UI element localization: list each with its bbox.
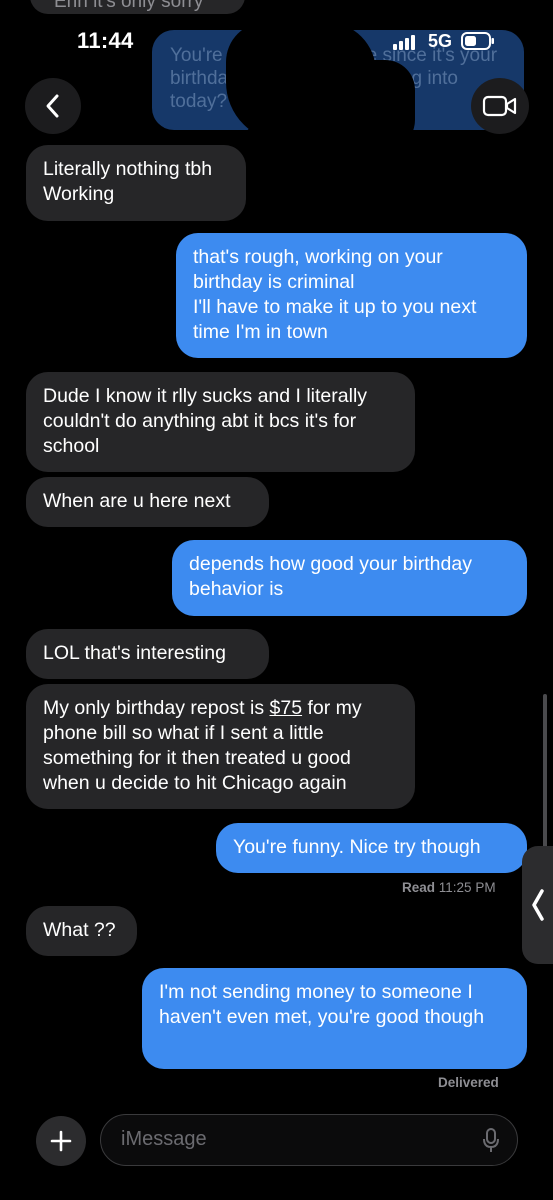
status-bar: 11:44 5G (0, 0, 553, 70)
back-button[interactable] (25, 78, 81, 134)
video-call-button[interactable] (471, 78, 529, 134)
message-bubble-received[interactable]: My only birthday repost is $75 for my ph… (26, 684, 415, 809)
scrollbar[interactable] (543, 694, 547, 854)
message-input[interactable]: iMessage (100, 1114, 518, 1166)
message-bubble-received[interactable]: Literally nothing tbh Working (26, 145, 246, 221)
video-camera-icon (482, 95, 517, 117)
amount-link[interactable]: $75 (270, 697, 303, 719)
plus-icon (50, 1130, 72, 1152)
read-label: Read (402, 880, 436, 895)
side-panel-handle[interactable] (522, 846, 553, 964)
message-input-placeholder: iMessage (121, 1128, 207, 1150)
message-bubble-received[interactable]: When are u here next (26, 477, 269, 527)
message-bubble-sent[interactable]: I'm not sending money to someone I haven… (142, 968, 527, 1069)
clock: 11:44 (77, 28, 134, 53)
delivered-receipt: Delivered (438, 1075, 499, 1090)
add-attachment-button[interactable] (36, 1116, 86, 1166)
network-type: 5G (428, 31, 453, 51)
message-bubble-sent[interactable]: depends how good your birthday behavior … (172, 540, 527, 616)
microphone-icon[interactable] (481, 1127, 501, 1153)
chevron-left-icon (532, 889, 544, 921)
message-bubble-received[interactable]: What ?? (26, 906, 137, 956)
message-text: My only birthday repost is (43, 697, 270, 719)
battery-icon (461, 32, 494, 50)
read-time: 11:25 PM (438, 880, 496, 895)
message-bubble-sent[interactable]: that's rough, working on your birthday i… (176, 233, 527, 358)
signal-bars-icon (393, 34, 417, 50)
chevron-left-icon (46, 94, 59, 118)
redaction-mark (275, 60, 415, 150)
message-bubble-received[interactable]: LOL that's interesting (26, 629, 269, 679)
read-receipt: Read 11:25 PM (402, 880, 496, 895)
message-bubble-sent[interactable]: You're funny. Nice try though (216, 823, 527, 873)
message-bubble-received[interactable]: Dude I know it rlly sucks and I literall… (26, 372, 415, 472)
